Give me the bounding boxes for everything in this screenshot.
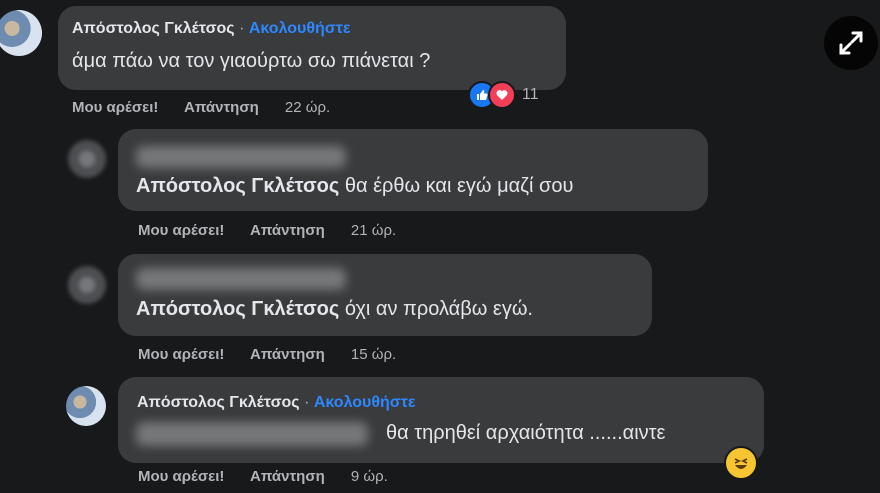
comment-bubble: [118, 129, 708, 211]
blurred-mention: [136, 422, 368, 446]
comment-header: Απόστολος Γκλέτσος · Ακολουθήστε: [137, 394, 415, 412]
avatar[interactable]: [68, 140, 106, 178]
timestamp[interactable]: 22 ώρ.: [285, 99, 330, 116]
separator-dot: ·: [304, 394, 310, 411]
comment-actions: Μου αρέσει! Απάντηση 15 ώρ.: [138, 346, 418, 363]
blurred-author-name: [136, 146, 346, 168]
reply-button[interactable]: Απάντηση: [250, 222, 325, 239]
comment-bubble: [58, 6, 566, 90]
avatar[interactable]: [0, 10, 42, 56]
comment-bubble: [118, 377, 764, 463]
timestamp[interactable]: 15 ώρ.: [351, 346, 396, 363]
love-icon: [488, 81, 516, 109]
comment-body: όχι αν προλάβω εγώ.: [344, 298, 533, 320]
blurred-author-name: [136, 268, 346, 290]
comment-text: άμα πάω να τον γιαούρτω σω πιάνεται ?: [72, 50, 431, 72]
mention-link[interactable]: Απόστολος Γκλέτσος: [136, 298, 339, 320]
reply-button[interactable]: Απάντηση: [250, 468, 325, 485]
comment-text: Απόστολος Γκλέτσος θα έρθω και εγώ μαζί …: [136, 175, 573, 198]
comment-body: θα τηρηθεί αρχαιότητα ......αιντε: [386, 422, 666, 444]
timestamp[interactable]: 21 ώρ.: [351, 222, 396, 239]
comment-text: Απόστολος Γκλέτσος όχι αν προλάβω εγώ.: [136, 298, 533, 321]
grinning-squinting-face-icon: [724, 446, 758, 480]
comment-actions: Μου αρέσει! Απάντηση 22 ώρ.: [72, 99, 352, 116]
author-name[interactable]: Απόστολος Γκλέτσος: [72, 20, 235, 37]
reaction-count: 11: [522, 86, 539, 103]
avatar[interactable]: [66, 386, 106, 426]
avatar[interactable]: [68, 266, 106, 304]
reaction-summary[interactable]: 11: [468, 81, 539, 109]
follow-link[interactable]: Ακολουθήστε: [314, 394, 416, 411]
comment-actions: Μου αρέσει! Απάντηση 21 ώρ.: [138, 222, 418, 239]
expand-button[interactable]: [824, 16, 878, 70]
reply-button[interactable]: Απάντηση: [250, 346, 325, 363]
like-button[interactable]: Μου αρέσει!: [138, 222, 224, 239]
like-button[interactable]: Μου αρέσει!: [138, 468, 224, 485]
like-button[interactable]: Μου αρέσει!: [138, 346, 224, 363]
reply-button[interactable]: Απάντηση: [184, 99, 259, 116]
follow-link[interactable]: Ακολουθήστε: [249, 20, 351, 37]
author-name[interactable]: Απόστολος Γκλέτσος: [137, 394, 300, 411]
comment-header: Απόστολος Γκλέτσος · Ακολουθήστε: [72, 20, 350, 38]
like-button[interactable]: Μου αρέσει!: [72, 99, 158, 116]
mention-link[interactable]: Απόστολος Γκλέτσος: [136, 175, 339, 197]
timestamp[interactable]: 9 ώρ.: [351, 468, 388, 485]
comment-actions: Μου αρέσει! Απάντηση 9 ώρ.: [138, 468, 410, 485]
expand-arrows-icon: [839, 31, 863, 55]
comment-bubble: [118, 254, 652, 336]
comment-body: θα έρθω και εγώ μαζί σου: [344, 175, 574, 197]
separator-dot: ·: [239, 20, 245, 37]
